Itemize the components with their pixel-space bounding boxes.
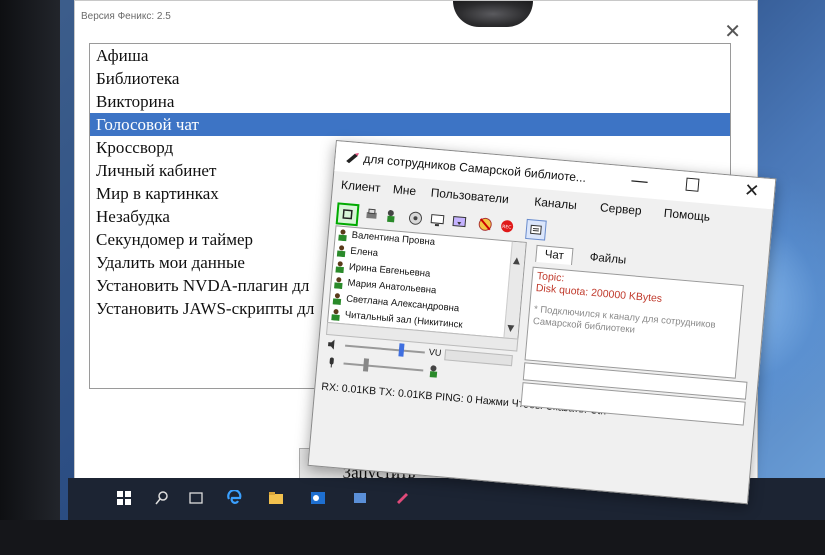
video-icon[interactable]	[525, 218, 547, 241]
list-item[interactable]: Викторина	[90, 90, 730, 113]
user-speak-icon[interactable]	[382, 206, 402, 226]
rec-icon[interactable]: REC	[497, 216, 517, 236]
mic-slider-thumb[interactable]	[362, 358, 370, 372]
camera-reflection	[453, 1, 533, 27]
list-item[interactable]: Афиша	[90, 44, 730, 67]
chat-message: * Подключился к каналу для сотрудников С…	[532, 303, 716, 336]
user-icon	[332, 293, 342, 306]
microphone-icon	[329, 357, 334, 368]
menu-client[interactable]: Клиент	[341, 178, 382, 195]
search-icon[interactable]	[154, 490, 170, 506]
user-list[interactable]: Валентина Провна Елена Ирина Евгеньевна Мар…	[327, 225, 527, 340]
teamtalk-window: для сотрудников Самарской библиоте... — …	[307, 140, 777, 505]
vu-label: VU	[428, 346, 442, 358]
maximize-button[interactable]: ☐	[683, 175, 701, 197]
scroll-up-icon[interactable]: ▲	[513, 256, 521, 267]
tab-chat[interactable]: Чат	[535, 244, 574, 266]
task-view-icon[interactable]	[188, 490, 204, 506]
teamtalk-icon[interactable]	[394, 490, 410, 506]
explorer-icon[interactable]	[268, 490, 284, 506]
voice-activation-icon[interactable]	[427, 364, 442, 379]
printer-icon[interactable]	[362, 205, 382, 225]
user-icon	[331, 309, 340, 321]
list-item[interactable]: Библиотека	[90, 67, 730, 90]
menu-users[interactable]: Пользователи	[430, 185, 509, 206]
monitor-icon[interactable]	[428, 210, 448, 230]
user-name: Елена	[349, 245, 379, 260]
tab-files[interactable]: Файлы	[581, 249, 635, 270]
speaker-icon	[328, 339, 335, 350]
user-icon	[336, 245, 346, 258]
vu-meter	[444, 349, 513, 367]
close-button[interactable]: ✕	[743, 180, 760, 202]
mic-slider-track[interactable]	[343, 362, 424, 372]
monitor-screen: Версия Феникс: 2.5 ✕ Афиша Библиотека Викт…	[8, 0, 825, 520]
outlook-icon[interactable]	[310, 490, 326, 506]
window-title: Версия Феникс: 2.5	[81, 11, 171, 22]
teamtalk-app-icon	[346, 153, 359, 164]
chat-history[interactable]: Topic: Disk quota: 200000 KBytes * Подкл…	[524, 266, 744, 379]
connect-icon[interactable]	[335, 202, 360, 227]
user-icon	[335, 261, 344, 274]
menu-server[interactable]: Сервер	[600, 200, 643, 218]
close-button[interactable]: ✕	[724, 19, 741, 43]
menu-help[interactable]: Помощь	[663, 206, 710, 224]
record-cd-icon[interactable]	[406, 208, 426, 228]
desktop-share-icon[interactable]	[450, 212, 470, 232]
monitor-bezel-bottom	[0, 520, 825, 555]
svg-text:REC: REC	[502, 224, 512, 231]
user-icon	[338, 229, 347, 242]
app-icon[interactable]	[352, 490, 368, 506]
monitor-bezel-left	[0, 0, 60, 520]
edge-icon[interactable]	[226, 490, 242, 506]
start-icon[interactable]	[116, 490, 132, 506]
volume-slider-track[interactable]	[345, 344, 425, 354]
volume-slider-thumb[interactable]	[398, 343, 405, 357]
minimize-button[interactable]: —	[630, 170, 650, 192]
menu-me[interactable]: Мне	[392, 182, 416, 198]
scroll-down-icon[interactable]: ▼	[507, 324, 515, 335]
mute-icon[interactable]	[475, 215, 495, 235]
menu-channels[interactable]: Каналы	[534, 195, 578, 213]
user-icon	[334, 277, 343, 290]
list-item[interactable]: Голосовой чат	[90, 113, 730, 136]
